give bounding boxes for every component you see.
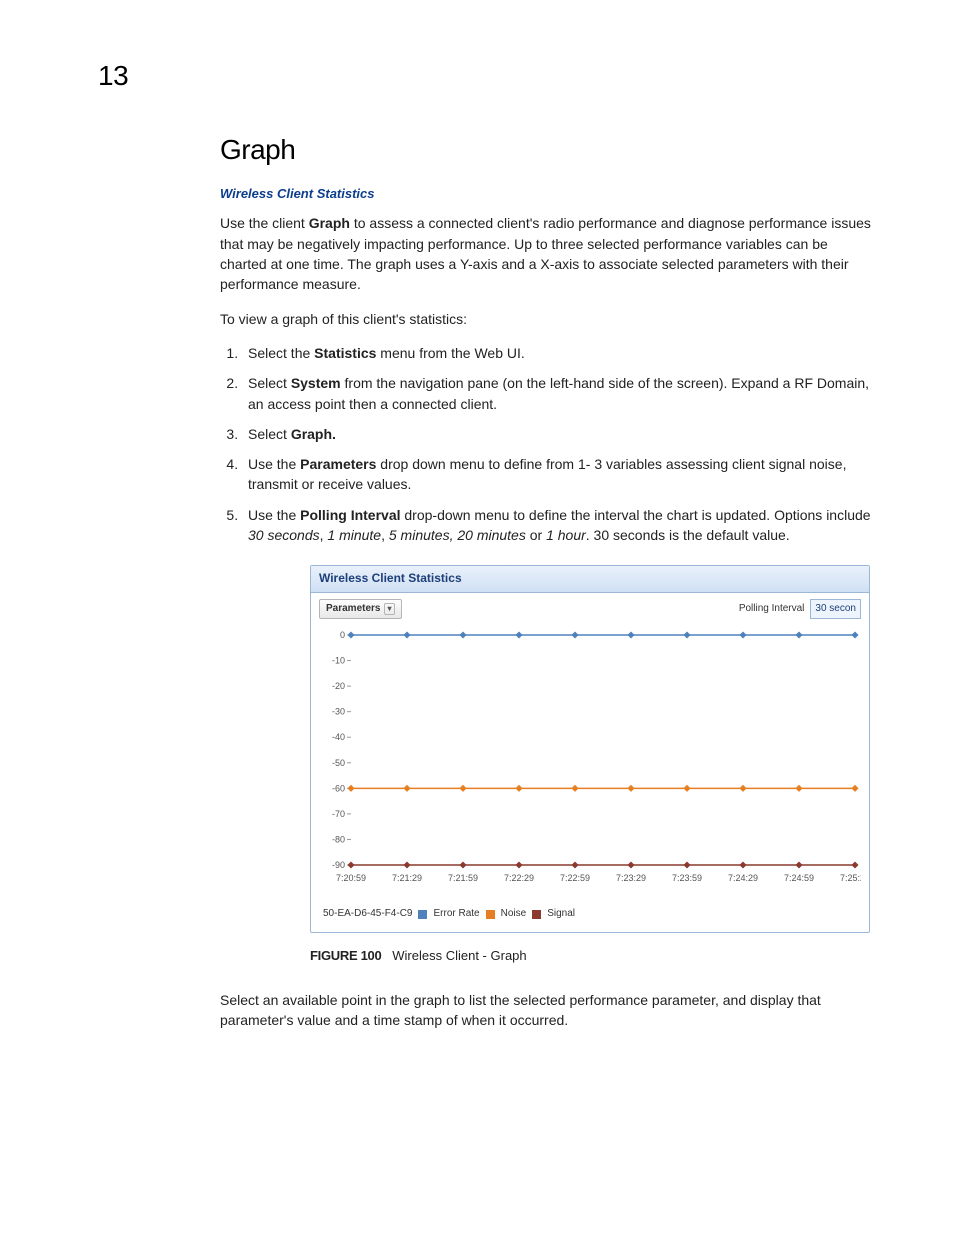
text-bold: System xyxy=(291,375,341,391)
chart-figure: Wireless Client Statistics Parameters ▾ … xyxy=(310,565,870,965)
svg-text:7:24:29: 7:24:29 xyxy=(728,873,758,883)
text: , xyxy=(381,527,389,543)
step-4: Use the Parameters drop down menu to def… xyxy=(242,454,874,495)
text-bold: Parameters xyxy=(300,456,376,472)
text: from the navigation pane (on the left-ha… xyxy=(248,375,869,411)
steps-list: Select the Statistics menu from the Web … xyxy=(220,343,874,545)
svg-text:7:23:59: 7:23:59 xyxy=(672,873,702,883)
parameters-dropdown[interactable]: Parameters ▾ xyxy=(319,599,402,620)
text: Use the xyxy=(248,507,300,523)
text-bold: Polling Interval xyxy=(300,507,400,523)
lead-in-paragraph: To view a graph of this client's statist… xyxy=(220,309,874,329)
text-bold: Statistics xyxy=(314,345,376,361)
svg-text:-20: -20 xyxy=(332,681,345,691)
text-bold: Graph xyxy=(309,215,350,231)
legend-label-error-rate: Error Rate xyxy=(433,907,479,922)
text: Use the client xyxy=(220,215,309,231)
svg-text:7:22:59: 7:22:59 xyxy=(560,873,590,883)
step-1: Select the Statistics menu from the Web … xyxy=(242,343,874,363)
polling-interval-dropdown[interactable]: 30 secon xyxy=(810,599,861,620)
chevron-down-icon: ▾ xyxy=(384,603,394,615)
svg-text:-80: -80 xyxy=(332,835,345,845)
page-number: 13 xyxy=(98,56,128,97)
svg-text:7:23:29: 7:23:29 xyxy=(616,873,646,883)
text: or xyxy=(526,527,546,543)
svg-text:7:22:29: 7:22:29 xyxy=(504,873,534,883)
parameters-label: Parameters xyxy=(326,602,380,617)
text: . 30 seconds is the default value. xyxy=(586,527,790,543)
panel-toolbar: Parameters ▾ Polling Interval 30 secon xyxy=(311,593,869,624)
svg-text:-10: -10 xyxy=(332,656,345,666)
chart-svg: 0 -10 -20 -30 -40 -50 -60 -70 -80 -90 7:20:59 7:21:… xyxy=(321,627,861,887)
text-italic: 30 seconds xyxy=(248,527,320,543)
legend-swatch-signal xyxy=(532,910,541,919)
legend-label-signal: Signal xyxy=(547,907,575,922)
svg-text:7:21:29: 7:21:29 xyxy=(392,873,422,883)
figure-caption: FIGURE 100 Wireless Client - Graph xyxy=(310,947,870,966)
legend-mac: 50-EA-D6-45-F4-C9 xyxy=(323,907,412,922)
content-column: Graph Wireless Client Statistics Use the… xyxy=(220,0,874,1030)
text-italic: 5 minutes, 20 minutes xyxy=(389,527,526,543)
text-bold: Graph. xyxy=(291,426,336,442)
subhead-link: Wireless Client Statistics xyxy=(220,185,874,204)
svg-text:-60: -60 xyxy=(332,784,345,794)
figure-number: FIGURE 100 xyxy=(310,948,381,963)
svg-text:7:21:59: 7:21:59 xyxy=(448,873,478,883)
svg-text:-50: -50 xyxy=(332,758,345,768)
text: menu from the Web UI. xyxy=(376,345,524,361)
text: drop-down menu to define the interval th… xyxy=(401,507,871,523)
step-5: Use the Polling Interval drop-down menu … xyxy=(242,505,874,546)
text: Select xyxy=(248,426,291,442)
svg-text:-70: -70 xyxy=(332,809,345,819)
text-italic: 1 minute xyxy=(327,527,381,543)
intro-paragraph: Use the client Graph to assess a connect… xyxy=(220,213,874,294)
text: Use the xyxy=(248,456,300,472)
polling-area: Polling Interval 30 secon xyxy=(739,599,861,620)
legend-swatch-noise xyxy=(486,910,495,919)
legend-swatch-error-rate xyxy=(418,910,427,919)
outro-paragraph: Select an available point in the graph t… xyxy=(220,990,874,1031)
text: Select the xyxy=(248,345,314,361)
line-chart-plot: 0 -10 -20 -30 -40 -50 -60 -70 -80 -90 7:20:59 7:21:… xyxy=(311,623,869,905)
chart-panel: Wireless Client Statistics Parameters ▾ … xyxy=(310,565,870,932)
panel-title-bar: Wireless Client Statistics xyxy=(311,566,869,592)
section-title: Graph xyxy=(220,130,874,171)
svg-text:7:25:29: 7:25:29 xyxy=(840,873,861,883)
legend-label-noise: Noise xyxy=(501,907,527,922)
svg-text:7:24:59: 7:24:59 xyxy=(784,873,814,883)
figure-title: Wireless Client - Graph xyxy=(392,948,526,963)
text-italic: 1 hour xyxy=(546,527,586,543)
step-3: Select Graph. xyxy=(242,424,874,444)
svg-text:-90: -90 xyxy=(332,860,345,870)
chart-legend: 50-EA-D6-45-F4-C9 Error Rate Noise Signa… xyxy=(311,905,869,932)
svg-text:-40: -40 xyxy=(332,732,345,742)
svg-text:0: 0 xyxy=(340,630,345,640)
text: Select xyxy=(248,375,291,391)
step-2: Select System from the navigation pane (… xyxy=(242,373,874,414)
svg-text:-30: -30 xyxy=(332,707,345,717)
polling-interval-label: Polling Interval xyxy=(739,602,805,617)
svg-text:7:20:59: 7:20:59 xyxy=(336,873,366,883)
